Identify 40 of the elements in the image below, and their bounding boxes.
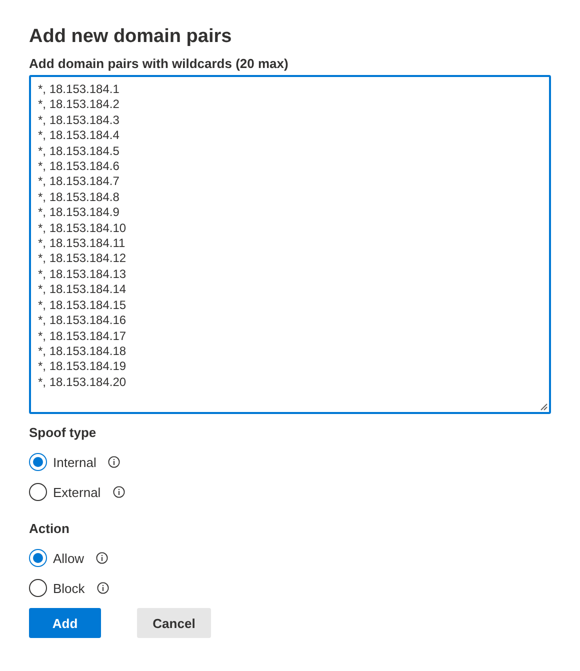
cancel-button[interactable]: Cancel — [137, 608, 211, 638]
radio-button[interactable] — [29, 483, 47, 501]
info-icon[interactable] — [112, 486, 125, 498]
domain-pair-line: *, 18.153.184.7 — [38, 174, 120, 190]
radio-label[interactable]: Block — [53, 580, 85, 596]
domain-pair-line: *, 18.153.184.13 — [38, 266, 126, 282]
domain-pair-line: *, 18.153.184.20 — [38, 374, 126, 390]
domain-pair-line: *, 18.153.184.6 — [38, 159, 120, 174]
group-label: Action — [29, 521, 70, 536]
domain-pair-line: *, 18.153.184.8 — [38, 190, 120, 206]
domain-pair-line: *, 18.153.184.3 — [38, 112, 120, 128]
radio-button[interactable] — [29, 453, 47, 471]
domain-pair-line: *, 18.153.184.18 — [38, 344, 126, 360]
info-icon[interactable] — [96, 552, 108, 564]
domain-pair-line: *, 18.153.184.14 — [38, 282, 126, 298]
domain-pair-line: *, 18.153.184.11 — [38, 236, 126, 252]
domain-pair-line: *, 18.153.184.15 — [38, 298, 126, 314]
radio-button[interactable] — [29, 579, 47, 597]
domain-pair-line: *, 18.153.184.5 — [38, 144, 120, 160]
group-label: Spoof type — [29, 425, 96, 440]
domain-pair-line: *, 18.153.184.1 — [38, 82, 120, 98]
info-icon[interactable] — [108, 456, 120, 468]
domain-pairs-field[interactable] — [29, 75, 551, 414]
add-button[interactable]: Add — [29, 608, 101, 638]
radio-label[interactable]: External — [53, 484, 101, 500]
info-icon[interactable] — [96, 582, 109, 594]
field-label: Add domain pairs with wildcards (20 max) — [29, 56, 288, 71]
radio-label[interactable]: Internal — [53, 454, 96, 470]
domain-pair-line: *, 18.153.184.16 — [38, 313, 126, 328]
domain-pair-line: *, 18.153.184.19 — [38, 359, 126, 375]
domain-pair-line: *, 18.153.184.10 — [38, 220, 126, 236]
resize-grip-icon[interactable] — [540, 403, 548, 411]
domain-pair-line: *, 18.153.184.12 — [38, 251, 126, 267]
domain-pair-line: *, 18.153.184.17 — [38, 328, 126, 344]
radio-label[interactable]: Allow — [53, 550, 84, 566]
domain-pair-line: *, 18.153.184.4 — [38, 128, 120, 144]
dialog-title: Add new domain pairs — [29, 26, 232, 48]
domain-pair-line: *, 18.153.184.2 — [38, 97, 120, 113]
radio-button[interactable] — [29, 549, 47, 567]
domain-pair-line: *, 18.153.184.9 — [38, 205, 120, 221]
